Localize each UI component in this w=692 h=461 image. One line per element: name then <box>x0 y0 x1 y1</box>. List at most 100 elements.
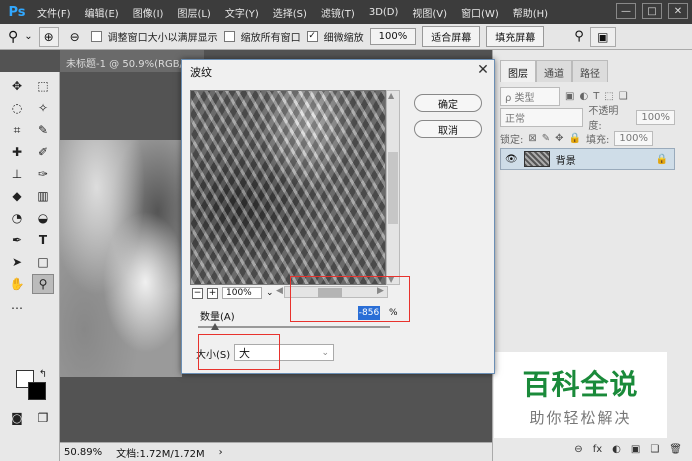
lock-all-icon[interactable]: 🔒 <box>569 133 581 144</box>
rectangle-tool-icon[interactable]: □ <box>32 252 54 272</box>
tab-paths[interactable]: 路径 <box>572 60 608 82</box>
close-window-button[interactable]: ✕ <box>668 3 688 19</box>
menu-layer[interactable]: 图层(L) <box>170 5 217 20</box>
background-color-swatch[interactable] <box>28 382 46 400</box>
layers-footer: ⊖ fx ◐ ▣ ❑ 🗑 <box>500 440 690 458</box>
restore-button[interactable]: □ <box>642 3 662 19</box>
fit-screen-button[interactable]: 适合屏幕 <box>422 26 481 47</box>
zoom-out-preview-icon[interactable]: − <box>192 287 203 299</box>
tool-preset-dropdown[interactable]: ⌄ <box>24 31 32 42</box>
zoom-in-preview-icon[interactable]: + <box>207 287 218 299</box>
scroll-left-icon[interactable]: ◀ <box>276 286 283 296</box>
document-canvas[interactable] <box>60 140 182 377</box>
layer-type-filter[interactable]: ρ 类型 <box>500 86 560 106</box>
visibility-eye-icon[interactable]: 👁 <box>505 154 518 165</box>
menu-file[interactable]: 文件(F) <box>30 5 78 20</box>
filter-shape-icon[interactable]: ⬚ <box>604 91 613 102</box>
ok-button[interactable]: 确定 <box>414 94 482 112</box>
swap-colors-icon[interactable]: ↰ <box>36 368 50 380</box>
chevron-down-icon[interactable]: ⌄ <box>266 288 274 298</box>
layer-thumbnail <box>523 151 550 167</box>
preview-vertical-scroll-thumb[interactable] <box>388 152 398 224</box>
eyedropper-tool-icon[interactable]: ✎ <box>32 120 54 140</box>
menu-window[interactable]: 窗口(W) <box>454 5 506 20</box>
menu-help[interactable]: 帮助(H) <box>506 5 555 20</box>
screen-mode-icon[interactable]: ❐ <box>32 408 54 428</box>
menu-3d[interactable]: 3D(D) <box>362 7 406 18</box>
zoom-100-button[interactable]: 100% <box>369 28 417 45</box>
menu-type[interactable]: 文字(Y) <box>218 5 266 20</box>
zoom-in-icon[interactable]: ⊕ <box>38 26 59 47</box>
menu-image[interactable]: 图像(I) <box>126 5 171 20</box>
zoom-tool-icon[interactable]: ⚲ <box>8 29 18 45</box>
scroll-up-icon[interactable]: ▲ <box>388 91 394 100</box>
crop-tool-icon[interactable]: ⌗ <box>6 120 28 140</box>
zoom-out-icon[interactable]: ⊖ <box>65 27 85 47</box>
status-bar: 50.89% 文档:1.72M/1.72M › <box>60 442 492 461</box>
resize-windows-label: 调整窗口大小以满屏显示 <box>107 33 218 44</box>
marquee-tool-icon[interactable]: ⬚ <box>32 76 54 96</box>
type-tool-icon[interactable]: T <box>32 230 54 250</box>
lock-label: 锁定: <box>500 134 524 146</box>
filter-smart-icon[interactable]: ❑ <box>619 91 628 102</box>
brush-tool-icon[interactable]: ✐ <box>32 142 54 162</box>
link-layers-icon[interactable]: ⊖ <box>574 444 582 455</box>
move-tool-icon[interactable]: ✥ <box>6 76 28 96</box>
opacity-input[interactable]: 100% <box>636 109 675 125</box>
quick-mask-icon[interactable]: ◙ <box>6 408 28 428</box>
mask-icon[interactable]: ▣ <box>631 444 640 455</box>
filter-type-icon[interactable]: T <box>593 91 599 102</box>
path-selection-icon[interactable]: ➤ <box>6 252 28 272</box>
fx-icon[interactable]: fx <box>593 444 602 455</box>
fill-input[interactable]: 100% <box>614 130 653 146</box>
delete-layer-icon[interactable]: 🗑 <box>669 444 682 455</box>
lock-paint-icon[interactable]: ✎ <box>542 133 550 144</box>
hand-tool-icon[interactable]: ✋ <box>6 274 28 294</box>
gradient-tool-icon[interactable]: ▥ <box>32 186 54 206</box>
menu-filter[interactable]: 滤镜(T) <box>314 5 362 20</box>
pen-tool-icon[interactable]: ✒ <box>6 230 28 250</box>
adjustment-layer-icon[interactable]: ◐ <box>612 444 621 455</box>
status-zoom[interactable]: 50.89% <box>64 447 102 458</box>
fill-screen-button[interactable]: 填充屏幕 <box>486 26 545 47</box>
magic-wand-icon[interactable]: ✧ <box>32 98 54 118</box>
zoom-all-checkbox[interactable] <box>223 31 235 42</box>
clone-stamp-icon[interactable]: ⊥ <box>6 164 28 184</box>
history-brush-icon[interactable]: ✑ <box>32 164 54 184</box>
lock-move-icon[interactable]: ✥ <box>555 133 563 144</box>
close-icon[interactable]: ✕ <box>472 60 494 80</box>
more-tools-icon[interactable]: ⋯ <box>6 298 28 318</box>
blur-tool-icon[interactable]: ◔ <box>6 208 28 228</box>
filter-preview[interactable] <box>190 90 386 285</box>
workspace-icon[interactable]: ▣ <box>589 26 616 47</box>
zoom-tool-active-icon[interactable]: ⚲ <box>32 274 54 294</box>
preview-zoom-select[interactable]: 100% <box>222 287 262 299</box>
lasso-tool-icon[interactable]: ◌ <box>6 98 28 118</box>
menu-view[interactable]: 视图(V) <box>405 5 454 20</box>
tab-layers[interactable]: 图层 <box>500 60 536 82</box>
menu-select[interactable]: 选择(S) <box>266 5 314 20</box>
status-arrow-icon[interactable]: › <box>219 447 223 458</box>
new-layer-icon[interactable]: ❑ <box>650 444 659 455</box>
healing-brush-icon[interactable]: ✚ <box>6 142 28 162</box>
scrubby-zoom-checkbox[interactable]: ✓ <box>306 31 318 42</box>
highlight-amount-box <box>290 276 410 322</box>
options-bar: ⚲ ⌄ ⊕ ⊖ 调整窗口大小以满屏显示 缩放所有窗口 ✓ 细微缩放 100% 适… <box>0 24 692 50</box>
minimize-button[interactable]: — <box>616 3 636 19</box>
blend-mode-select[interactable]: 正常 <box>500 107 584 127</box>
filter-pixel-icon[interactable]: ▣ <box>565 91 574 102</box>
eraser-tool-icon[interactable]: ◆ <box>6 186 28 206</box>
layer-row[interactable]: 👁 背景 🔒 <box>500 148 675 170</box>
cancel-button[interactable]: 取消 <box>414 120 482 138</box>
lock-pixels-icon[interactable]: ⊠ <box>528 133 536 144</box>
chevron-down-icon: ⌄ <box>321 347 329 358</box>
dodge-tool-icon[interactable]: ◒ <box>32 208 54 228</box>
amount-slider-knob[interactable] <box>211 323 219 330</box>
menu-edit[interactable]: 编辑(E) <box>78 5 126 20</box>
filter-adjust-icon[interactable]: ◐ <box>579 91 588 102</box>
layers-panel-tabs: 图层 通道 路径 <box>500 60 608 82</box>
resize-windows-checkbox[interactable] <box>90 31 102 42</box>
search-icon[interactable]: ⚲ <box>574 29 584 44</box>
amount-slider-track[interactable] <box>198 326 390 328</box>
tab-channels[interactable]: 通道 <box>536 60 572 82</box>
